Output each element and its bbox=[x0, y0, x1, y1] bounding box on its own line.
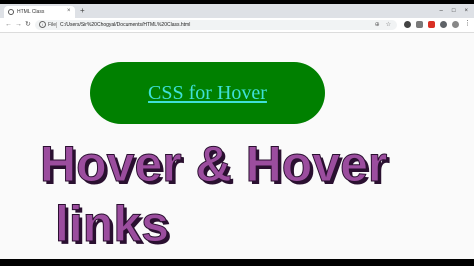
address-actions: ⊕ ☆ bbox=[375, 20, 391, 30]
circle-icon[interactable] bbox=[404, 20, 411, 28]
back-button[interactable]: ← bbox=[5, 20, 12, 30]
tab-html-class[interactable]: HTML Class × bbox=[4, 6, 75, 18]
info-icon[interactable]: i bbox=[39, 21, 46, 28]
address-scheme-label: File bbox=[48, 22, 57, 28]
maximize-button[interactable]: □ bbox=[452, 6, 456, 16]
new-tab-button[interactable]: + bbox=[80, 6, 85, 16]
reload-button[interactable]: ↻ bbox=[25, 20, 31, 30]
css-hover-link-button[interactable]: CSS for Hover bbox=[90, 62, 325, 124]
video-frame: HTML Class × + – □ × ← → ↻ i File C:/Use… bbox=[0, 0, 474, 266]
extension-icon[interactable] bbox=[452, 20, 459, 28]
address-url[interactable]: C:/Users/Sir%20Chogyal/Documents/HTML%20… bbox=[60, 21, 190, 29]
title-line-1: Hover & Hover bbox=[39, 136, 388, 192]
bookmark-star-icon[interactable]: ☆ bbox=[386, 20, 391, 30]
menu-icon[interactable]: ⋮ bbox=[464, 20, 471, 28]
address-divider bbox=[56, 22, 57, 28]
tab-title: HTML Class bbox=[17, 9, 45, 15]
zoom-icon[interactable]: ⊕ bbox=[375, 20, 380, 30]
css-hover-link-label: CSS for Hover bbox=[148, 81, 267, 104]
letterbox-bar bbox=[0, 259, 474, 266]
title-line-2: links bbox=[55, 196, 170, 252]
window-controls: – □ × bbox=[440, 6, 468, 16]
tab-strip: HTML Class × + – □ × bbox=[0, 4, 474, 18]
extension-icon[interactable] bbox=[416, 20, 423, 28]
extension-icon[interactable] bbox=[440, 20, 447, 28]
record-icon[interactable] bbox=[428, 20, 435, 28]
forward-button[interactable]: → bbox=[15, 20, 22, 30]
extension-icons: ⋮ bbox=[404, 20, 471, 28]
window-close-button[interactable]: × bbox=[464, 6, 468, 16]
browser-toolbar: ← → ↻ i File C:/Users/Sir%20Chogyal/Docu… bbox=[0, 18, 474, 33]
address-bar[interactable]: i File C:/Users/Sir%20Chogyal/Documents/… bbox=[35, 20, 397, 30]
browser-window: HTML Class × + – □ × ← → ↻ i File C:/Use… bbox=[0, 4, 474, 259]
minimize-button[interactable]: – bbox=[440, 6, 443, 16]
close-icon[interactable]: × bbox=[67, 7, 71, 16]
globe-icon bbox=[8, 9, 14, 15]
page-viewport: CSS for Hover Hover & Hover links bbox=[0, 33, 474, 259]
